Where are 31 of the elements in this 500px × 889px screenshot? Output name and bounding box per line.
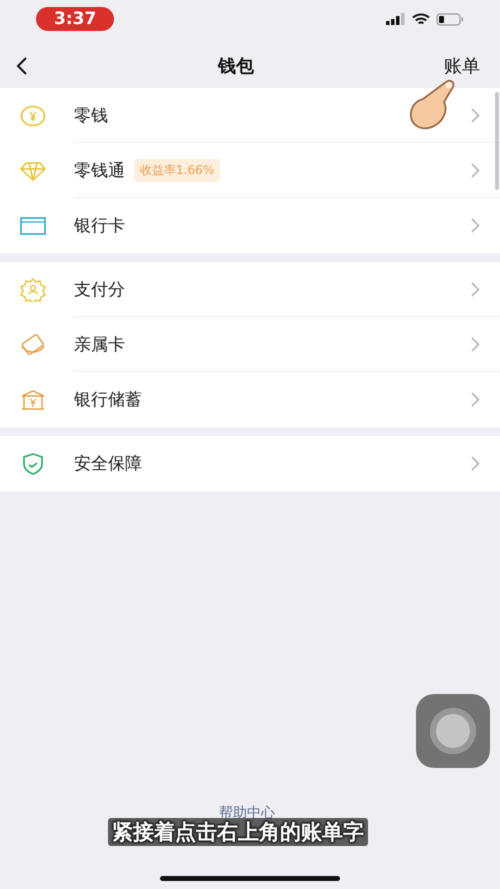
back-icon[interactable] bbox=[16, 56, 28, 76]
chevron-icon bbox=[471, 282, 480, 296]
battery-icon bbox=[436, 12, 464, 26]
wifi-icon bbox=[412, 12, 430, 26]
bills-link[interactable]: 账单 bbox=[444, 54, 480, 78]
bank-icon bbox=[20, 388, 46, 410]
chevron-icon bbox=[471, 218, 480, 233]
row-label: 零钱通 bbox=[74, 160, 125, 182]
diamond-icon bbox=[20, 160, 46, 182]
row-label: 银行卡 bbox=[74, 215, 125, 237]
shield-icon bbox=[21, 452, 45, 476]
yield-badge: 收益率1.66% bbox=[134, 158, 220, 182]
badge-icon bbox=[20, 278, 46, 302]
row-label: 安全保障 bbox=[74, 453, 142, 475]
cards-icon bbox=[20, 334, 46, 356]
status-time: 3:37 bbox=[36, 7, 114, 31]
card-icon bbox=[20, 216, 46, 236]
video-caption: 紧接着点击右上角的账单字 bbox=[108, 818, 368, 846]
chevron-icon bbox=[471, 108, 480, 122]
signal-icon bbox=[386, 13, 406, 25]
coin-icon bbox=[20, 104, 46, 126]
assistive-touch-button[interactable] bbox=[416, 694, 490, 768]
chevron-icon bbox=[471, 456, 480, 471]
row-label: 支付分 bbox=[74, 278, 125, 300]
row-label: 零钱 bbox=[74, 104, 108, 126]
row-label: 银行储蓄 bbox=[74, 389, 142, 411]
page-title: 钱包 bbox=[218, 55, 254, 78]
row-label: 亲属卡 bbox=[74, 334, 125, 356]
chevron-icon bbox=[471, 392, 480, 407]
chevron-icon bbox=[471, 162, 480, 178]
chevron-icon bbox=[471, 336, 480, 352]
